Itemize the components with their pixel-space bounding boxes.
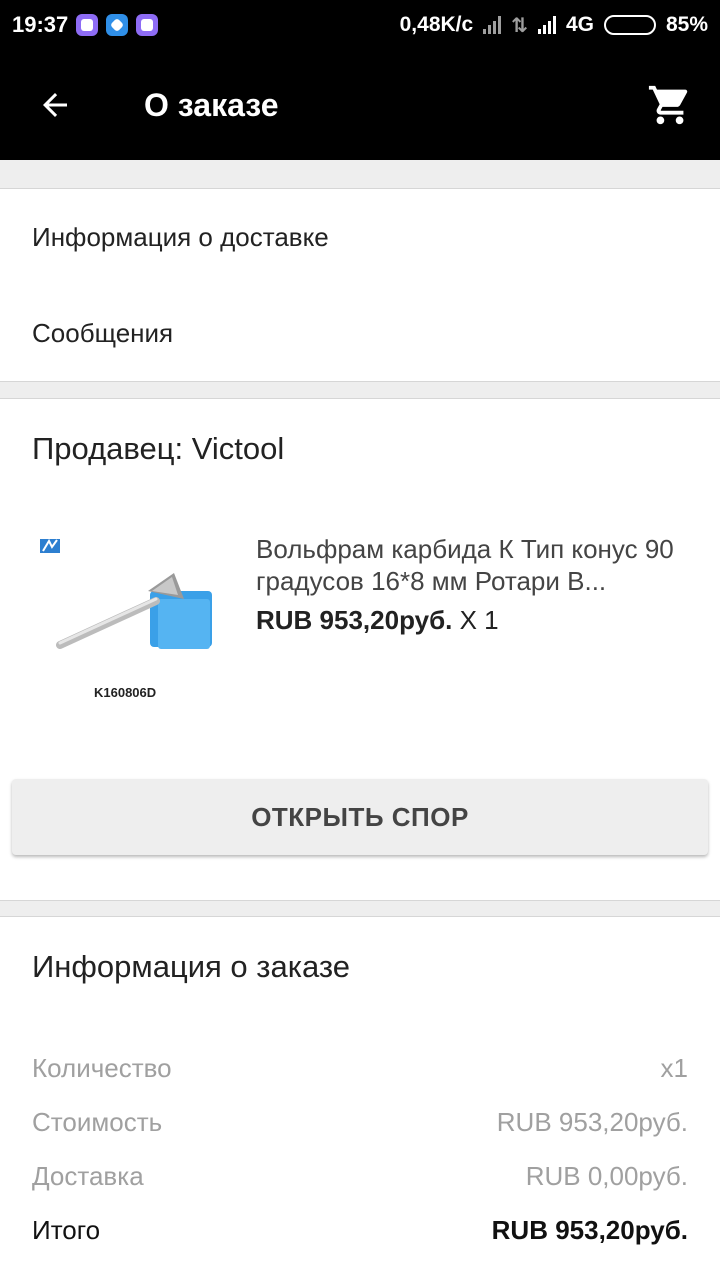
status-left: 19:37 xyxy=(12,12,159,38)
product-price: RUB 953,20руб. X 1 xyxy=(256,605,499,636)
messages-link[interactable]: Сообщения xyxy=(0,285,720,381)
cost-value: RUB 953,20руб. xyxy=(496,1107,688,1137)
cart-icon xyxy=(648,85,688,125)
quantity-value: x1 xyxy=(660,1053,688,1083)
order-info-title: Информация о заказе xyxy=(32,949,350,984)
data-transfer-icon: ⇅ xyxy=(511,14,528,37)
back-button[interactable] xyxy=(0,50,110,160)
product-image[interactable]: K160806D xyxy=(32,529,222,709)
shipping-value: RUB 0,00руб. xyxy=(525,1161,688,1191)
product-price-value: RUB 953,20руб. xyxy=(256,605,453,635)
page-title: О заказе xyxy=(144,86,279,123)
arrow-back-icon xyxy=(43,93,67,117)
status-bar: 19:37 0,48K/c ⇅ 4G 85% xyxy=(0,0,720,50)
total-row: Итого RUB 953,20руб. xyxy=(32,1215,688,1246)
status-right: 0,48K/c ⇅ 4G 85% xyxy=(400,13,708,38)
product-name[interactable]: Вольфрам карбида К Тип конус 90 градусов… xyxy=(256,533,686,597)
cart-button[interactable] xyxy=(620,50,720,160)
order-info-card: Информация о заказе Количество x1 Стоимо… xyxy=(0,916,720,1280)
app-notification-icon xyxy=(136,14,159,36)
battery-icon xyxy=(603,15,656,35)
order-links-card: Информация о доставке Сообщения xyxy=(0,188,720,382)
battery-percent: 85% xyxy=(665,13,708,36)
cost-row: Стоимость RUB 953,20руб. xyxy=(32,1107,688,1138)
quantity-label: Количество xyxy=(32,1053,172,1083)
app-notification-icon xyxy=(76,14,99,36)
total-value: RUB 953,20руб. xyxy=(491,1215,688,1245)
seller-card: Продавец: Victool K160806D Вольфрам карб… xyxy=(0,398,720,901)
product-image-code: K160806D xyxy=(94,685,156,700)
total-label: Итого xyxy=(32,1215,101,1245)
delivery-info-link[interactable]: Информация о доставке xyxy=(0,189,720,285)
quantity-row: Количество x1 xyxy=(32,1053,688,1084)
network-speed: 0,48K/c xyxy=(399,13,474,36)
signal-strong-icon xyxy=(537,16,556,34)
shipping-label: Доставка xyxy=(32,1161,144,1191)
shipping-row: Доставка RUB 0,00руб. xyxy=(32,1161,688,1192)
network-type: 4G xyxy=(565,13,594,36)
signal-weak-icon xyxy=(483,16,502,34)
app-toolbar: О заказе xyxy=(0,50,720,160)
status-time: 19:37 xyxy=(12,12,69,37)
open-dispute-button[interactable]: ОТКРЫТЬ СПОР xyxy=(12,779,708,855)
seller-title: Продавец: Victool xyxy=(32,431,285,466)
app-tool-icon xyxy=(106,14,129,36)
cost-label: Стоимость xyxy=(32,1107,163,1137)
product-quantity: X 1 xyxy=(452,605,499,635)
